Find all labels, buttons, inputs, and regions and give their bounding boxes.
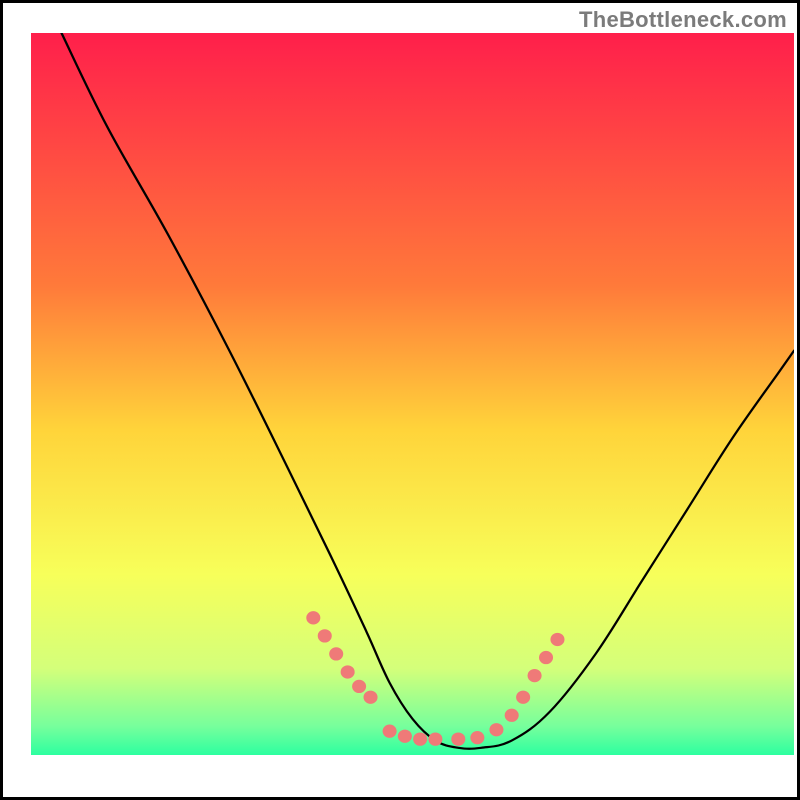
highlight-dot <box>329 647 343 660</box>
highlight-dot <box>428 732 442 745</box>
curve-layer <box>31 33 794 755</box>
watermark-text: TheBottleneck.com <box>579 7 787 33</box>
highlight-dot <box>528 669 542 682</box>
highlight-dots-group <box>306 611 564 746</box>
highlight-dot <box>539 651 553 664</box>
highlight-dot <box>516 691 530 704</box>
highlight-dot <box>505 709 519 722</box>
highlight-dot <box>470 731 484 744</box>
highlight-dot <box>318 629 332 642</box>
highlight-dot <box>489 723 503 736</box>
highlight-dot <box>413 732 427 745</box>
plot-area <box>31 33 794 755</box>
highlight-dot <box>364 691 378 704</box>
highlight-dot <box>550 633 564 646</box>
highlight-dot <box>341 665 355 678</box>
highlight-dot <box>398 730 412 743</box>
highlight-dot <box>352 680 366 693</box>
highlight-dot <box>383 725 397 738</box>
chart-frame: TheBottleneck.com <box>0 0 800 800</box>
highlight-dot <box>451 732 465 745</box>
bottleneck-curve <box>62 33 794 749</box>
highlight-dot <box>306 611 320 624</box>
